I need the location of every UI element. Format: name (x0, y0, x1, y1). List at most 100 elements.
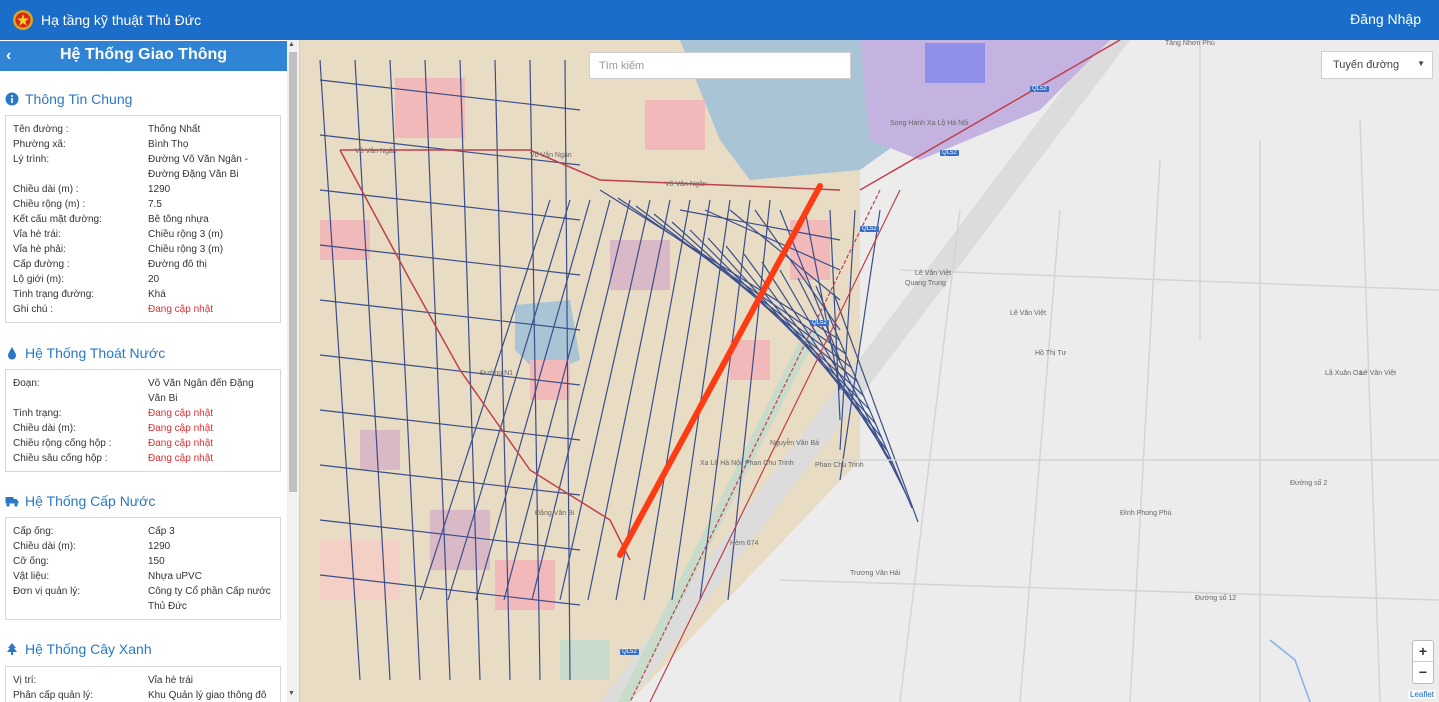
map-street-label: Quang Trung (905, 280, 946, 287)
highway-shield: QL52 (940, 150, 959, 156)
info-icon (5, 92, 19, 106)
map-street-label: Xa Lộ Hà Nội (700, 460, 742, 467)
info-row: Vỉa hè phải: Chiều rộng 3 (m) (6, 242, 280, 257)
map-street-label: Hồ Thị Tư (1035, 350, 1067, 357)
trees-panel: Vị trí: Vỉa hè trái Phân cấp quản lý: Khu Q… (5, 666, 281, 702)
info-value: Đang cập nhật (148, 438, 214, 449)
map-view[interactable]: Võ Văn Ngân Võ Văn Ngân Võ Văn Ngân Lê Văn … (300, 40, 1439, 702)
info-key: Vỉa hè phải: (13, 244, 66, 255)
sidebar-header: ‹ Hệ Thống Giao Thông (0, 41, 287, 71)
info-value: Chiều rộng 3 (m) (148, 229, 224, 240)
info-value: Đang cập nhật (148, 304, 214, 315)
map-street-label: Lê Văn Việt (1360, 370, 1397, 377)
section-trees-title: Hệ Thống Cây Xanh (5, 640, 152, 658)
zoom-out-button[interactable]: − (1413, 662, 1433, 683)
info-value: Chiều rộng 3 (m) (148, 244, 224, 255)
zoom-in-button[interactable]: + (1413, 641, 1433, 662)
scroll-up-icon[interactable]: ▲ (288, 41, 295, 48)
map-street-label: Song Hành Xa Lộ Hà Nội (890, 120, 969, 127)
top-bar: Hạ tầng kỹ thuật Thủ Đức Đăng Nhập (0, 0, 1439, 40)
info-key: Đoạn: (13, 378, 40, 389)
info-value: Công ty Cổ phần Cấp nước Thủ Đức (148, 586, 271, 612)
info-row: Vật liệu: Nhựa uPVC (6, 569, 280, 584)
info-key: Vỉa hè trái: (13, 229, 61, 240)
map-street-label: Lê Văn Việt (1010, 310, 1047, 317)
highway-shield: QL52 (860, 226, 879, 232)
info-value: Đường Võ Văn Ngân - Đường Đặng Văn Bi (148, 154, 248, 180)
info-key: Chiều rộng cống hộp : (13, 438, 112, 449)
info-row: Tình trạng đường: Khá (6, 287, 280, 302)
water-drop-icon (8, 347, 16, 360)
tree-icon (7, 643, 17, 655)
info-row: Kết cấu mặt đường: Bê tông nhựa (6, 212, 280, 227)
info-row: Phường xã: Bình Thọ (6, 137, 280, 152)
info-row: Chiều dài (m): Đang cập nhật (6, 421, 280, 436)
info-value: 1290 (148, 541, 171, 552)
info-key: Phân cấp quản lý: (13, 690, 94, 701)
app-title: Hạ tầng kỹ thuật Thủ Đức (41, 12, 202, 28)
map-street-label: Lê Văn Việt (915, 270, 952, 277)
info-value: Thống Nhất (148, 124, 201, 135)
info-key: Cấp đường : (13, 259, 70, 270)
general-info-panel: Tên đường : Thống Nhất Phường xã: Bình Thọ L… (5, 115, 281, 323)
info-key: Phường xã: (13, 139, 66, 150)
sidebar: ‹ Hệ Thống Giao Thông Thông Tin Chung Tê… (0, 40, 300, 702)
map-street-label: Đình Phong Phú (1120, 510, 1172, 517)
section-general-title: Thông Tin Chung (5, 90, 132, 108)
info-value: Khá (148, 289, 166, 300)
info-value: Vỉa hè trái (148, 675, 194, 686)
section-water-title: Hệ Thống Cấp Nước (5, 492, 155, 510)
info-row: Phân cấp quản lý: Khu Quản lý giao thông … (6, 688, 280, 702)
map-street-label: Nguyễn Văn Bá (770, 440, 820, 447)
info-key: Chiều sâu cống hộp : (13, 453, 108, 464)
info-key: Tình trạng: (13, 408, 62, 419)
leaflet-attribution[interactable]: Leaflet (1408, 690, 1437, 699)
info-row: Lộ giới (m): 20 (6, 272, 280, 287)
info-key: Vật liệu: (13, 571, 50, 582)
map-street-label: Tăng Nhơn Phú (1165, 40, 1215, 47)
info-key: Chiều dài (m): (13, 541, 76, 552)
info-key: Tình trạng đường: (13, 289, 95, 300)
map-street-label: Đường số 12 (1195, 595, 1237, 602)
map-canvas[interactable] (300, 40, 1439, 702)
info-row: Đơn vị quản lý: Công ty Cổ phần Cấp nước … (6, 584, 280, 614)
scrollbar-thumb[interactable] (289, 52, 297, 492)
info-value: Đang cập nhật (148, 408, 214, 419)
sidebar-title: Hệ Thống Giao Thông (59, 46, 228, 63)
info-key: Chiều dài (m) : (13, 184, 79, 195)
info-value: Nhựa uPVC (148, 571, 202, 582)
info-key: Chiều rộng (m) : (13, 199, 86, 210)
info-key: Lý trình: (13, 154, 50, 165)
info-key: Chiều dài (m): (13, 423, 76, 434)
highway-shield: QL52 (620, 649, 639, 655)
info-row: Ghi chú : Đang cập nhật (6, 302, 280, 317)
info-row: Cấp đường : Đường đô thị (6, 257, 280, 272)
info-key: Lộ giới (m): (13, 274, 65, 285)
info-key: Ghi chú : (13, 304, 54, 315)
info-value: Đang cập nhật (148, 423, 214, 434)
login-link[interactable]: Đăng Nhập (1350, 11, 1421, 27)
search-input[interactable]: Tìm kiếm (589, 52, 851, 79)
info-row: Đoạn: Võ Văn Ngân đến Đặng Văn Bi (6, 376, 280, 406)
info-row: Cỡ ống: 150 (6, 554, 280, 569)
info-value: 150 (148, 556, 165, 567)
info-row: Tên đường : Thống Nhất (6, 122, 280, 137)
map-street-label: Võ Văn Ngân (355, 148, 397, 155)
chevron-down-icon: ▼ (1417, 59, 1425, 68)
highway-shield: QL52 (810, 320, 829, 326)
sidebar-scrollbar[interactable]: ▲ ▼ (287, 40, 299, 702)
info-value: Cấp 3 (148, 526, 175, 537)
scroll-down-icon[interactable]: ▼ (288, 690, 295, 697)
section-drainage-title: Hệ Thống Thoát Nước (5, 344, 165, 362)
info-key: Vị trí: (13, 675, 37, 686)
info-value: Võ Văn Ngân đến Đặng Văn Bi (148, 378, 254, 404)
info-key: Cấp ống: (13, 526, 54, 537)
zoom-control: + − (1412, 640, 1434, 684)
route-type-select[interactable]: Tuyến đường ▼ (1321, 51, 1433, 79)
map-street-label: Võ Văn Ngân (530, 152, 572, 159)
info-value: Đường đô thị (148, 259, 207, 270)
map-street-label: Lã Xuân Oai (1325, 370, 1364, 377)
brand[interactable]: Hạ tầng kỹ thuật Thủ Đức (12, 8, 201, 32)
highway-shield: QL52 (1030, 86, 1049, 92)
map-street-label: Trương Văn Hải (850, 570, 901, 577)
